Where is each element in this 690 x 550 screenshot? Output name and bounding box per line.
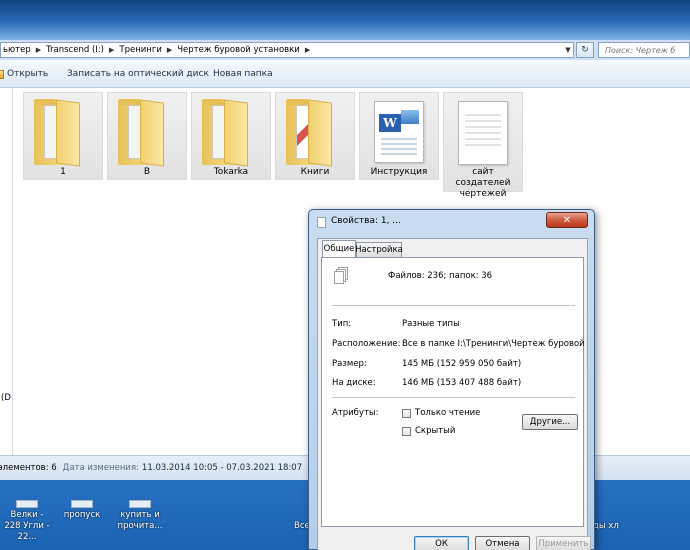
navigation-pane[interactable]: (D bbox=[0, 88, 13, 455]
close-button[interactable]: ✕ bbox=[546, 212, 588, 228]
shortcut-label: Велки - 228 Угли - 22... bbox=[4, 510, 50, 542]
status-item-count: элементов: 6 bbox=[0, 463, 57, 473]
address-bar[interactable]: ьютер ▶ Transcend (I:) ▶ Тренинги ▶ Черт… bbox=[0, 42, 574, 58]
desktop-shortcut[interactable]: Велки - 228 Угли - 22... bbox=[2, 500, 52, 543]
file-item-folder-b[interactable]: B bbox=[107, 92, 187, 180]
shortcut-label: пропуск bbox=[63, 510, 101, 520]
hidden-label[interactable]: Скрытый bbox=[415, 426, 455, 436]
desktop-shortcut[interactable]: пропуск bbox=[62, 500, 102, 521]
chevron-right-icon[interactable]: ▶ bbox=[305, 46, 310, 54]
location-label: Расположение: bbox=[332, 339, 401, 349]
file-icon bbox=[16, 500, 38, 508]
properties-icon bbox=[317, 217, 326, 228]
divider bbox=[332, 305, 575, 306]
hidden-checkbox[interactable] bbox=[402, 427, 411, 436]
file-item-site-doc[interactable]: сайт создателей чертежей bbox=[443, 92, 523, 199]
dialog-title: Свойства: 1, ... bbox=[331, 216, 401, 226]
desktop-shortcut[interactable]: купить и прочита... bbox=[116, 500, 164, 532]
divider bbox=[332, 397, 575, 398]
location-value: Все в папке I:\Тренинги\Чертеж буровой у… bbox=[402, 339, 587, 349]
file-item-label: сайт создателей чертежей bbox=[455, 167, 511, 199]
readonly-label[interactable]: Только чтение bbox=[415, 408, 480, 418]
file-item-label: B bbox=[143, 167, 151, 177]
breadcrumb-current[interactable]: Чертеж буровой установки bbox=[177, 45, 300, 55]
file-item-label: 1 bbox=[60, 167, 66, 177]
readonly-checkbox[interactable] bbox=[402, 409, 411, 418]
file-item-label: Книги bbox=[300, 167, 330, 177]
open-button[interactable]: Открыть bbox=[0, 60, 48, 88]
tab-general[interactable]: Общие bbox=[322, 240, 356, 257]
status-date-value: 11.03.2014 10:05 - 07.03.2021 18:07 bbox=[141, 463, 303, 473]
file-icon bbox=[71, 500, 93, 508]
type-label: Тип: bbox=[332, 319, 352, 329]
text-document-icon bbox=[458, 101, 508, 165]
file-item-folder-tokarka[interactable]: Tokarka bbox=[191, 92, 271, 180]
attributes-label: Атрибуты: bbox=[332, 408, 379, 418]
file-item-folder-1[interactable]: 1 bbox=[23, 92, 103, 180]
address-row: ьютер ▶ Transcend (I:) ▶ Тренинги ▶ Черт… bbox=[0, 40, 690, 60]
file-icon bbox=[129, 500, 151, 508]
breadcrumb-trainings[interactable]: Тренинги bbox=[119, 45, 161, 55]
new-folder-label: Новая папка bbox=[213, 69, 273, 79]
folder-icon bbox=[202, 99, 260, 167]
files-count: Файлов: 236; папок: 36 bbox=[388, 271, 493, 281]
chevron-right-icon[interactable]: ▶ bbox=[167, 46, 172, 54]
refresh-button[interactable]: ↻ bbox=[576, 42, 594, 58]
file-item-instruction-doc[interactable]: W Инструкция bbox=[359, 92, 439, 180]
apply-button[interactable]: Применить bbox=[536, 536, 591, 550]
window-titlebar bbox=[0, 0, 690, 40]
open-icon bbox=[0, 69, 4, 79]
chevron-right-icon[interactable]: ▶ bbox=[36, 46, 41, 54]
multiple-files-icon bbox=[334, 267, 348, 285]
chevron-right-icon[interactable]: ▶ bbox=[109, 46, 114, 54]
address-dropdown-icon[interactable]: ▼ bbox=[562, 43, 574, 57]
size-on-disk-label: На диске: bbox=[332, 378, 376, 388]
file-item-label: Инструкция bbox=[370, 167, 428, 177]
desktop-shortcut-label[interactable]: ды хл bbox=[593, 521, 619, 531]
word-document-icon: W bbox=[374, 101, 424, 163]
size-value: 145 МБ (152 959 050 байт) bbox=[402, 359, 522, 369]
properties-dialog: Свойства: 1, ... ✕ Общие Настройка Файло… bbox=[308, 209, 595, 550]
type-value: Разные типы bbox=[402, 319, 460, 329]
tab-panel-general: Файлов: 236; папок: 36 Тип: Разные типы … bbox=[321, 257, 587, 527]
cancel-button[interactable]: Отмена bbox=[475, 536, 530, 550]
size-label: Размер: bbox=[332, 359, 367, 369]
refresh-icon: ↻ bbox=[581, 45, 589, 55]
folder-icon bbox=[118, 99, 176, 167]
toolbar: Открыть Записать на оптический диск Нова… bbox=[0, 60, 690, 88]
breadcrumb-computer[interactable]: ьютер bbox=[3, 45, 31, 55]
size-on-disk-value: 146 МБ (153 407 488 байт) bbox=[402, 378, 522, 388]
file-item-label: Tokarka bbox=[213, 167, 249, 177]
file-item-folder-knigi[interactable]: Книги bbox=[275, 92, 355, 180]
new-folder-button[interactable]: Новая папка bbox=[213, 60, 273, 88]
burn-disc-label: Записать на оптический диск bbox=[67, 69, 209, 79]
tab-settings[interactable]: Настройка bbox=[355, 242, 403, 257]
open-label: Открыть bbox=[7, 69, 49, 79]
status-date-label: Дата изменения: bbox=[62, 463, 139, 473]
folder-icon bbox=[34, 99, 92, 167]
ok-button[interactable]: ОК bbox=[414, 536, 469, 550]
shortcut-label: купить и прочита... bbox=[117, 510, 163, 531]
breadcrumb-drive[interactable]: Transcend (I:) bbox=[46, 45, 104, 55]
dialog-body: Общие Настройка Файлов: 236; папок: 36 Т… bbox=[317, 238, 591, 550]
close-icon: ✕ bbox=[562, 214, 572, 226]
search-input[interactable]: Поиск: Чертеж б bbox=[598, 42, 690, 58]
folder-icon bbox=[286, 99, 344, 167]
other-attributes-button[interactable]: Другие... bbox=[522, 414, 578, 430]
burn-disc-button[interactable]: Записать на оптический диск bbox=[67, 60, 209, 88]
nav-drive-item[interactable]: (D bbox=[1, 393, 11, 403]
